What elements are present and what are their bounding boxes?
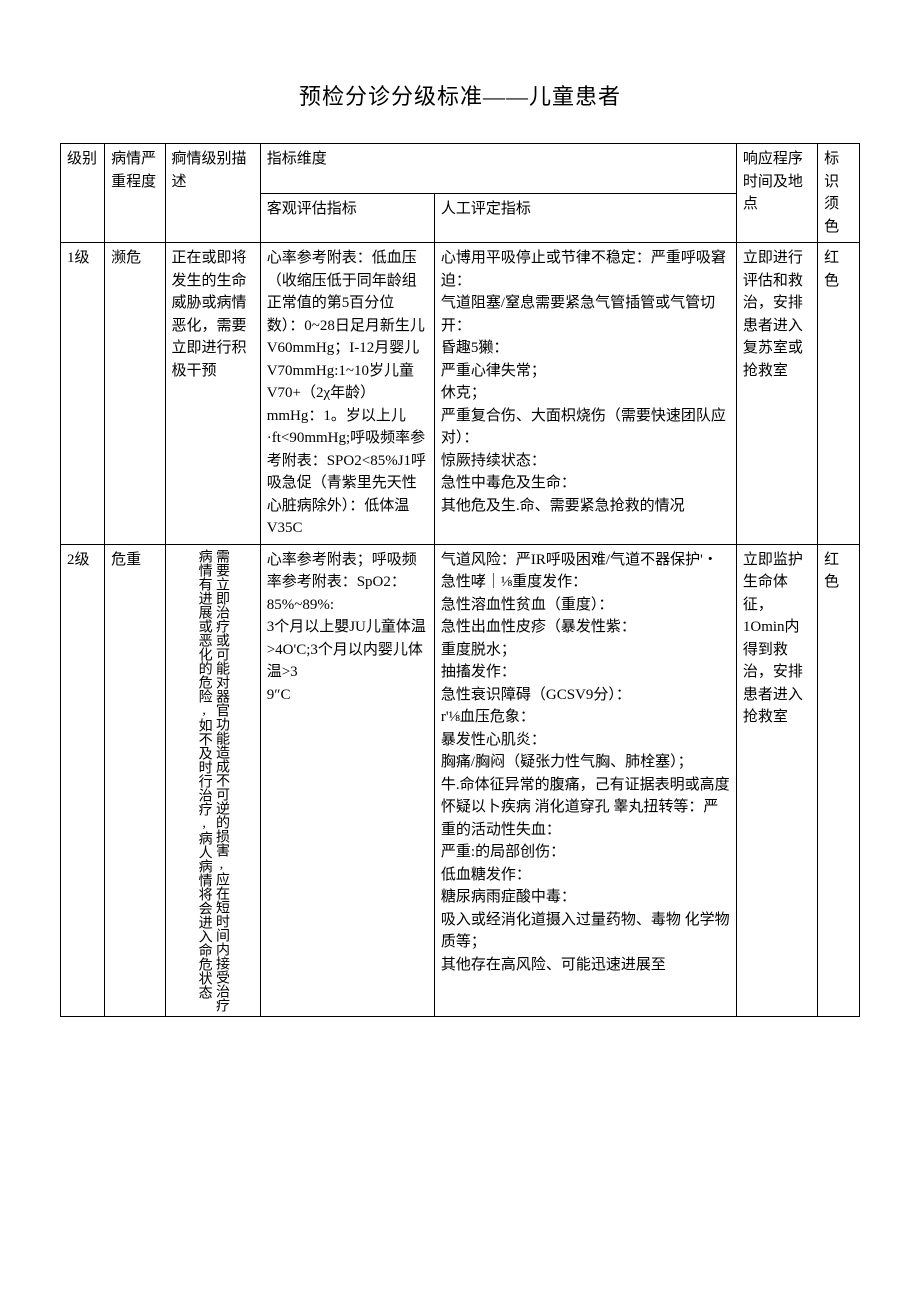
cell-obj: 心率参考附表：低血压（收缩压低于同年龄组正常值的第5百分位数）：0~28日足月新… (260, 243, 434, 545)
table-row: 1级 濒危 正在或即将发生的生命威胁或病情恶化，需要立即进行积极干预 心率参考附… (61, 243, 860, 545)
header-desc: 痾情级别描述 (165, 144, 260, 243)
header-obj: 客观评估指标 (260, 193, 434, 243)
header-color: 标识须色 (818, 144, 860, 243)
header-severity: 病情严重程度 (105, 144, 165, 243)
page-title: 预检分诊分级标准——儿童患者 (60, 80, 860, 113)
header-manual: 人工评定指标 (434, 193, 736, 243)
cell-level: 1级 (61, 243, 105, 545)
desc-col-2: 需要立即治疗或可能对器官功能造成不可逆的损害,应在短时间内接受治疗 (214, 549, 229, 1012)
header-row-1: 级别 病情严重程度 痾情级别描述 指标维度 响应程序时间及地点 标识须色 (61, 144, 860, 194)
cell-response: 立即监护生命体征，1Omin内得到救治，安排患者进入抢救室 (736, 544, 817, 1016)
cell-level: 2级 (61, 544, 105, 1016)
header-dim: 指标维度 (260, 144, 736, 194)
header-level: 级别 (61, 144, 105, 243)
cell-color: 红色 (818, 243, 860, 545)
header-response: 响应程序时间及地点 (736, 144, 817, 243)
cell-severity: 濒危 (105, 243, 165, 545)
cell-color: 红色 (818, 544, 860, 1016)
cell-manual: 心博用平吸停止或节律不稳定：严重呼吸窘迫： 气道阻塞/窒息需要紧急气管插管或气管… (434, 243, 736, 545)
cell-desc: 病情有进展或恶化的危险,如不及时行治疗,病人病情将会进入命危状态 需要立即治疗或… (165, 544, 260, 1016)
cell-response: 立即进行评估和救治，安排患者进入复苏室或抢救室 (736, 243, 817, 545)
cell-obj: 心率参考附表；呼吸频率参考附表：SpO2：85%~89%: 3个月以上嬰JU儿童… (260, 544, 434, 1016)
table-row: 2级 危重 病情有进展或恶化的危险,如不及时行治疗,病人病情将会进入命危状态 需… (61, 544, 860, 1016)
cell-severity: 危重 (105, 544, 165, 1016)
cell-manual: 气道风险：严IR呼吸困难/气道不器保护'・ 急性哮｜⅛重度发作： 急性溶血性贫血… (434, 544, 736, 1016)
desc-col-1: 病情有进展或恶化的危险,如不及时行治疗,病人病情将会进入命危状态 (196, 549, 211, 1012)
cell-desc: 正在或即将发生的生命威胁或病情恶化，需要立即进行积极干预 (165, 243, 260, 545)
triage-table: 级别 病情严重程度 痾情级别描述 指标维度 响应程序时间及地点 标识须色 客观评… (60, 143, 860, 1017)
